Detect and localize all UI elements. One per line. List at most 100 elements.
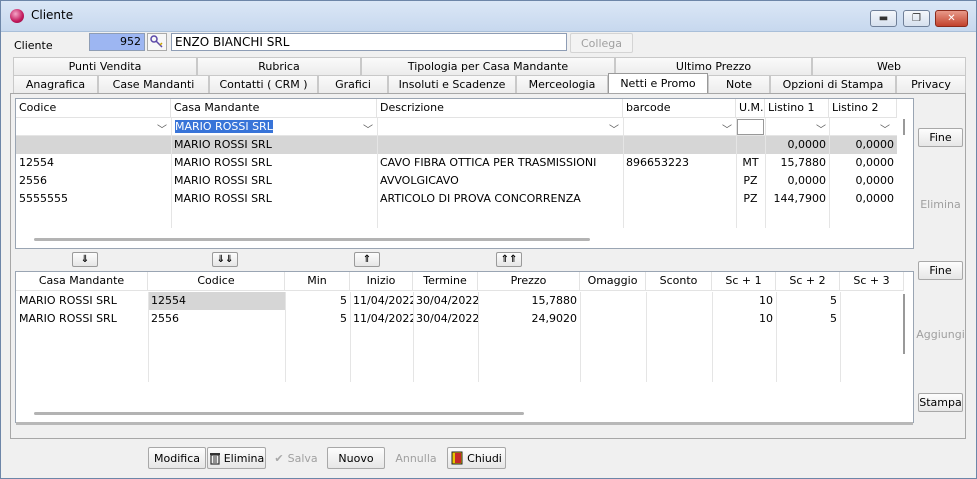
minimize-button[interactable]: ▬ [870, 10, 897, 27]
cell-descrizione[interactable]: AVVOLGICAVO [377, 172, 623, 190]
elimina-button[interactable]: Elimina [207, 447, 266, 469]
cell-barcode[interactable] [623, 190, 736, 208]
col-header-inizio[interactable]: Inizio [350, 272, 413, 291]
col-header-termine[interactable]: Termine [413, 272, 478, 291]
cell-min[interactable]: 5 [285, 310, 350, 328]
cell-listino2[interactable]: 0,0000 [829, 190, 897, 208]
cell-sc1[interactable]: 10 [712, 292, 776, 310]
tab-merceologia[interactable]: Merceologia [516, 75, 608, 93]
annulla-button[interactable]: Annulla [387, 447, 445, 469]
salva-button[interactable]: ✔ Salva [267, 447, 325, 469]
cell-casa-mandante[interactable]: MARIO ROSSI SRL [171, 172, 377, 190]
col-header-min[interactable]: Min [285, 272, 350, 291]
cell-um[interactable]: PZ [736, 190, 765, 208]
cell-sc2[interactable]: 5 [776, 310, 840, 328]
cell-casa-mandante[interactable]: MARIO ROSSI SRL [16, 310, 148, 328]
cell-barcode[interactable]: 896653223 [623, 154, 736, 172]
cell-listino2[interactable]: 0,0000 [829, 136, 897, 154]
cell-barcode[interactable] [623, 136, 736, 154]
cell-termine[interactable]: 30/04/2022 [413, 310, 478, 328]
cell-listino1[interactable]: 0,0000 [765, 136, 829, 154]
elimina-side-button[interactable]: Elimina [918, 195, 963, 214]
cell-omaggio[interactable] [580, 310, 646, 328]
chiudi-button[interactable]: Chiudi [447, 447, 506, 469]
tab-privacy[interactable]: Privacy [896, 75, 966, 93]
filter-listino1-dropdown[interactable]: ﹀ [816, 121, 826, 136]
cell-listino2[interactable]: 0,0000 [829, 154, 897, 172]
fine-lower-button[interactable]: Fine [918, 261, 963, 280]
cell-min[interactable]: 5 [285, 292, 350, 310]
lower-table-row[interactable]: MARIO ROSSI SRL 2556 5 11/04/2022 30/04/2022… [16, 310, 904, 328]
cell-listino1[interactable]: 144,7900 [765, 190, 829, 208]
tab-punti-vendita[interactable]: Punti Vendita [13, 57, 197, 75]
fine-upper-button[interactable]: Fine [918, 128, 963, 147]
col-header-listino2[interactable]: Listino 2 [829, 99, 897, 118]
cell-descrizione[interactable] [377, 136, 623, 154]
cell-inizio[interactable]: 11/04/2022 [350, 292, 413, 310]
tab-case-mandanti[interactable]: Case Mandanti [98, 75, 209, 93]
col-header-codice-lower[interactable]: Codice [148, 272, 285, 291]
tab-rubrica[interactable]: Rubrica [197, 57, 361, 75]
move-all-down-button[interactable]: ⇓⇓ [212, 252, 238, 267]
cell-descrizione[interactable]: CAVO FIBRA OTTICA PER TRASMISSIONI [377, 154, 623, 172]
cell-inizio[interactable]: 11/04/2022 [350, 310, 413, 328]
lower-table-row[interactable]: MARIO ROSSI SRL 12554 5 11/04/2022 30/04/202… [16, 292, 904, 310]
upper-vscroll[interactable] [903, 119, 905, 135]
cell-sc3[interactable] [840, 310, 904, 328]
cell-um[interactable] [736, 136, 765, 154]
col-header-barcode[interactable]: barcode [623, 99, 736, 118]
filter-casa-mandante-dropdown[interactable]: ﹀ [363, 121, 373, 136]
cell-prezzo[interactable]: 24,9020 [478, 310, 580, 328]
col-header-um[interactable]: U.M. [736, 99, 765, 118]
tab-opzioni-stampa[interactable]: Opzioni di Stampa [770, 75, 896, 93]
move-down-button[interactable]: ⇓ [72, 252, 98, 267]
cliente-name-field[interactable]: ENZO BIANCHI SRL [171, 33, 567, 51]
stampa-button[interactable]: Stampa [918, 393, 963, 412]
cell-casa-mandante[interactable]: MARIO ROSSI SRL [171, 136, 377, 154]
col-header-prezzo[interactable]: Prezzo [478, 272, 580, 291]
col-header-sconto[interactable]: Sconto [646, 272, 712, 291]
tab-note[interactable]: Note [708, 75, 770, 93]
aggiungi-button[interactable]: Aggiungi [916, 325, 965, 344]
filter-casa-mandante[interactable]: MARIO ROSSI SRL [172, 118, 362, 136]
tab-anagrafica[interactable]: Anagrafica [13, 75, 98, 93]
upper-hscroll[interactable] [34, 238, 590, 241]
cell-codice[interactable]: 5555555 [16, 190, 171, 208]
cell-casa-mandante[interactable]: MARIO ROSSI SRL [171, 190, 377, 208]
tab-insoluti-scadenze[interactable]: Insoluti e Scadenze [388, 75, 516, 93]
move-all-up-button[interactable]: ⇑⇑ [496, 252, 522, 267]
cell-listino1[interactable]: 15,7880 [765, 154, 829, 172]
cell-sconto[interactable] [646, 310, 712, 328]
cell-casa-mandante[interactable]: MARIO ROSSI SRL [16, 292, 148, 310]
cell-codice[interactable]: 12554 [16, 154, 171, 172]
tab-contatti-crm[interactable]: Contatti ( CRM ) [209, 75, 318, 93]
filter-listino2-dropdown[interactable]: ﹀ [880, 121, 890, 136]
cell-listino2[interactable]: 0,0000 [829, 172, 897, 190]
cell-descrizione[interactable]: ARTICOLO DI PROVA CONCORRENZA [377, 190, 623, 208]
move-up-button[interactable]: ⇑ [354, 252, 380, 267]
close-button[interactable]: ✕ [935, 10, 968, 27]
filter-descrizione-dropdown[interactable]: ﹀ [609, 121, 619, 136]
filter-um-field[interactable] [737, 119, 764, 135]
modifica-button[interactable]: Modifica [148, 447, 206, 469]
cell-casa-mandante[interactable]: MARIO ROSSI SRL [171, 154, 377, 172]
col-header-omaggio[interactable]: Omaggio [580, 272, 646, 291]
cell-codice[interactable]: 2556 [16, 172, 171, 190]
col-header-casa-mandante[interactable]: Casa Mandante [171, 99, 377, 118]
cell-codice[interactable]: 12554 [148, 292, 285, 310]
lower-hscroll[interactable] [34, 412, 524, 415]
cell-listino1[interactable]: 0,0000 [765, 172, 829, 190]
col-header-codice[interactable]: Codice [16, 99, 171, 118]
nuovo-button[interactable]: Nuovo [327, 447, 385, 469]
col-header-descrizione[interactable]: Descrizione [377, 99, 623, 118]
cell-sconto[interactable] [646, 292, 712, 310]
tab-web[interactable]: Web [812, 57, 966, 75]
tab-netti-promo[interactable]: Netti e Promo [608, 73, 708, 93]
cell-termine[interactable]: 30/04/2022 [413, 292, 478, 310]
col-header-sc2[interactable]: Sc + 2 [776, 272, 840, 291]
cell-um[interactable]: MT [736, 154, 765, 172]
col-header-sc1[interactable]: Sc + 1 [712, 272, 776, 291]
lookup-button[interactable] [147, 33, 167, 51]
cell-barcode[interactable] [623, 172, 736, 190]
col-header-listino1[interactable]: Listino 1 [765, 99, 829, 118]
